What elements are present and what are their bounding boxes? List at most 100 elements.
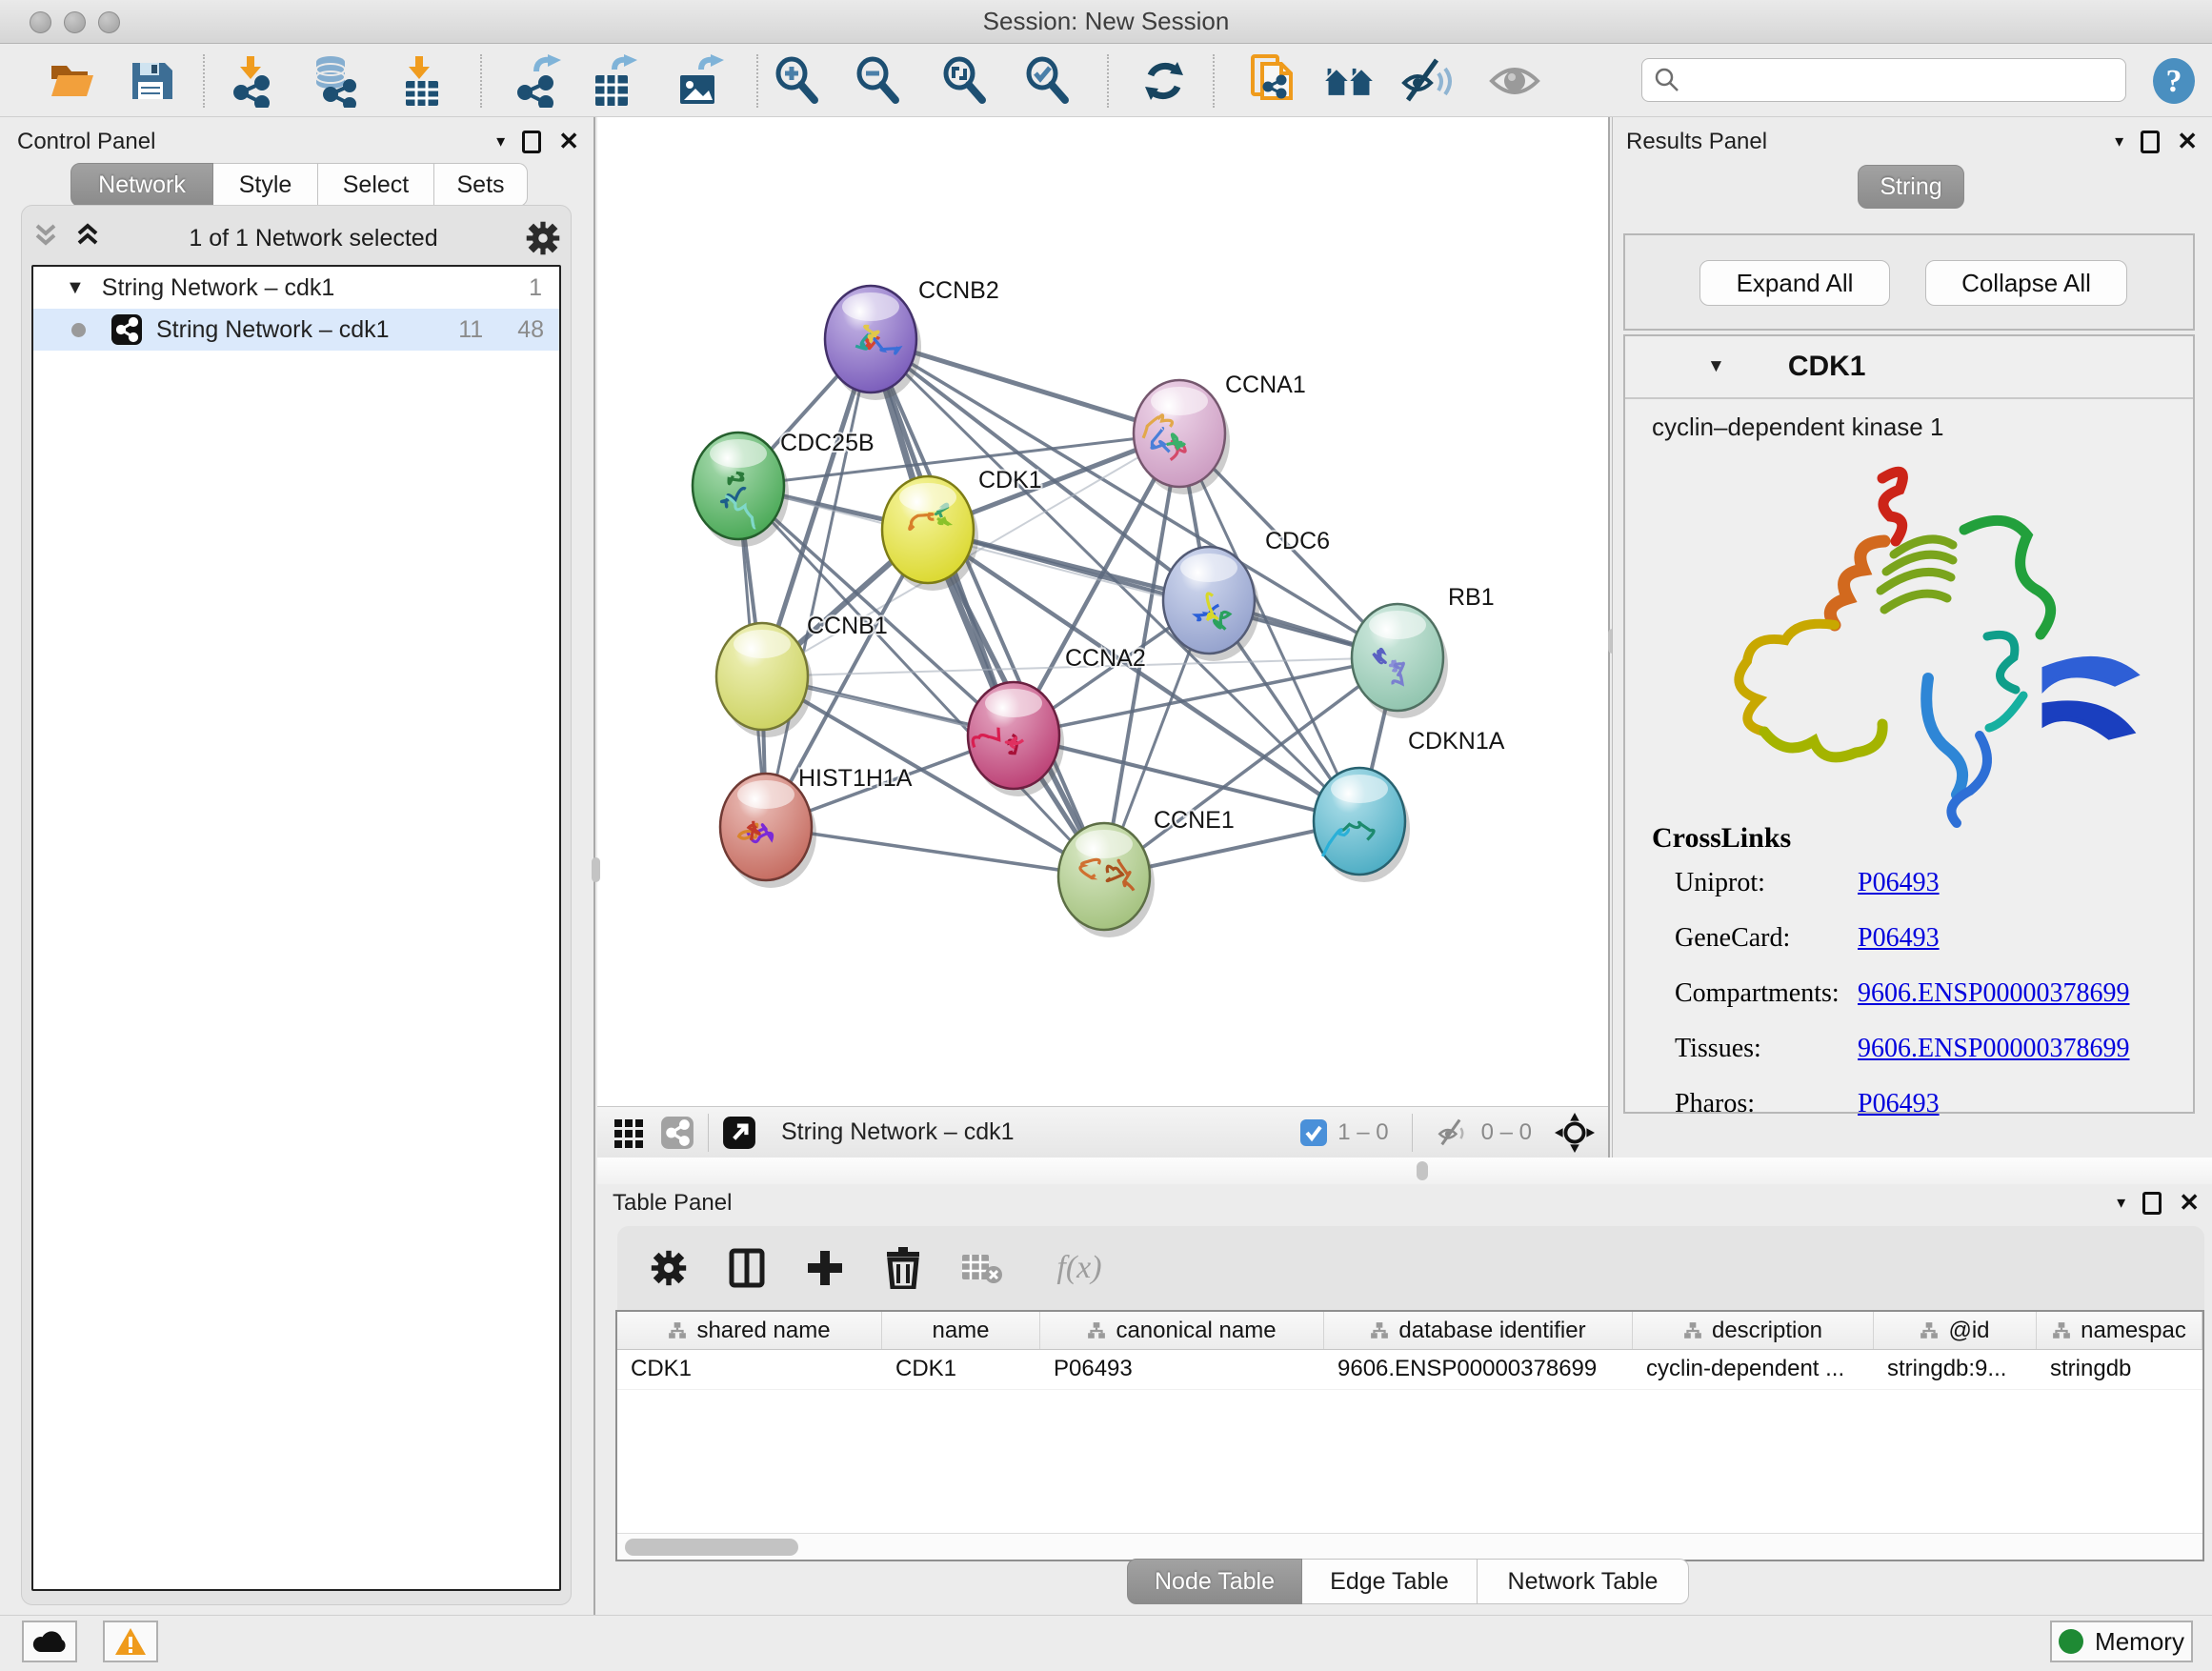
function-builder-icon[interactable]: f(x) — [1036, 1245, 1122, 1291]
network-share-icon[interactable] — [660, 1116, 694, 1150]
home-icon[interactable] — [1322, 54, 1376, 108]
collapse-all-button[interactable]: Collapse All — [1925, 260, 2127, 306]
network-node-cdc25b[interactable]: CDC25B — [693, 430, 875, 547]
export-image-icon[interactable] — [673, 54, 726, 108]
network-node-hist1h1a[interactable]: HIST1H1A — [720, 765, 913, 888]
search-input[interactable] — [1680, 67, 2100, 93]
column-header-database-identifier[interactable]: database identifier — [1324, 1312, 1633, 1349]
network-tree-root-row[interactable]: ▼ String Network – cdk1 1 — [33, 267, 559, 309]
expand-all-button[interactable]: Expand All — [1699, 260, 1890, 306]
zoom-out-icon[interactable] — [852, 54, 905, 108]
tab-edge-table[interactable]: Edge Table — [1302, 1559, 1478, 1604]
table-cell[interactable]: CDK1 — [617, 1350, 882, 1389]
cloud-button[interactable] — [22, 1621, 77, 1662]
table-row[interactable]: CDK1CDK1P064939606.ENSP00000378699cyclin… — [617, 1350, 2202, 1390]
zoom-fit-icon[interactable] — [938, 54, 992, 108]
network-node-cdc6[interactable]: CDC6 — [1163, 528, 1330, 661]
column-header-canonical-name[interactable]: canonical name — [1040, 1312, 1324, 1349]
network-node-ccnb1[interactable]: CCNB1 — [716, 613, 888, 737]
network-edge[interactable] — [871, 339, 1104, 876]
protein-section-header[interactable]: ▼ CDK1 — [1625, 336, 2193, 399]
tab-node-table[interactable]: Node Table — [1127, 1559, 1302, 1604]
window-zoom-button[interactable] — [98, 11, 120, 33]
table-cell[interactable]: cyclin-dependent ... — [1633, 1350, 1874, 1389]
tab-select[interactable]: Select — [318, 163, 434, 207]
crosslink-link[interactable]: 9606.ENSP00000378699 — [1858, 978, 2129, 1009]
control-panel-float-icon[interactable] — [522, 131, 541, 153]
tab-network[interactable]: Network — [70, 163, 213, 207]
gear-icon[interactable] — [525, 220, 561, 256]
delete-table-icon[interactable] — [958, 1245, 1004, 1291]
column-header-shared-name[interactable]: shared name — [617, 1312, 882, 1349]
memory-button[interactable]: Memory — [2050, 1621, 2193, 1662]
tab-string[interactable]: String — [1858, 165, 1964, 209]
selected-checkbox-icon[interactable] — [1299, 1118, 1328, 1147]
clone-network-icon[interactable] — [1248, 54, 1301, 108]
scrollbar-thumb[interactable] — [625, 1539, 798, 1556]
export-network-icon[interactable] — [510, 54, 563, 108]
help-icon[interactable]: ? — [2147, 54, 2201, 108]
import-network-icon[interactable] — [225, 54, 278, 108]
import-table-icon[interactable] — [394, 54, 448, 108]
zoom-in-icon[interactable] — [771, 54, 824, 108]
crosslink-link[interactable]: 9606.ENSP00000378699 — [1858, 1034, 2129, 1064]
section-disclosure-icon[interactable]: ▼ — [1707, 356, 1725, 377]
network-node-cdkn1a[interactable]: CDKN1A — [1314, 728, 1505, 882]
birdseye-crosshair-icon[interactable] — [1555, 1113, 1595, 1153]
column-header-description[interactable]: description — [1633, 1312, 1874, 1349]
table-cell[interactable]: P06493 — [1040, 1350, 1324, 1389]
network-tree-child-row[interactable]: String Network – cdk1 11 48 — [33, 309, 559, 351]
network-edge[interactable] — [766, 827, 1104, 876]
show-all-icon[interactable] — [1488, 54, 1541, 108]
network-node-rb1[interactable]: RB1 — [1352, 584, 1495, 718]
column-header-@id[interactable]: @id — [1874, 1312, 2037, 1349]
results-panel-menu-icon[interactable]: ▾ — [2115, 131, 2123, 151]
show-columns-icon[interactable] — [724, 1245, 770, 1291]
tab-style[interactable]: Style — [213, 163, 318, 207]
window-close-button[interactable] — [30, 11, 51, 33]
crosslink-link[interactable]: P06493 — [1858, 1089, 1940, 1119]
crosslink-link[interactable]: P06493 — [1858, 923, 1940, 954]
save-session-icon[interactable] — [124, 54, 177, 108]
grid-view-icon[interactable] — [613, 1116, 647, 1150]
warning-button[interactable] — [103, 1621, 158, 1662]
network-node-ccne1[interactable]: CCNE1 — [1058, 807, 1235, 937]
tab-network-table[interactable]: Network Table — [1478, 1559, 1689, 1604]
table-cell[interactable]: CDK1 — [882, 1350, 1040, 1389]
add-column-icon[interactable] — [802, 1245, 848, 1291]
control-panel-close-icon[interactable]: ✕ — [558, 127, 579, 156]
table-panel-menu-icon[interactable]: ▾ — [2117, 1193, 2125, 1213]
results-panel-close-icon[interactable]: ✕ — [2177, 127, 2198, 156]
table-cell[interactable]: stringdb — [2037, 1350, 2202, 1389]
tree-disclosure-icon[interactable]: ▼ — [66, 277, 85, 299]
vertical-splitter-handle[interactable] — [592, 857, 600, 882]
export-table-icon[interactable] — [586, 54, 639, 108]
network-edge[interactable] — [766, 339, 871, 827]
column-header-namespac[interactable]: namespac — [2037, 1312, 2202, 1349]
network-canvas[interactable]: CCNB2CCNA1CDC25BCDK1CDC6RB1CCNB1CCNA2CDK… — [597, 117, 1608, 1106]
table-cell[interactable]: stringdb:9... — [1874, 1350, 2037, 1389]
zoom-selected-icon[interactable] — [1021, 54, 1075, 108]
network-node-cdk1[interactable]: CDK1 — [882, 467, 1042, 591]
window-minimize-button[interactable] — [64, 11, 86, 33]
open-session-icon[interactable] — [45, 54, 98, 108]
table-panel-close-icon[interactable]: ✕ — [2179, 1188, 2200, 1218]
refresh-icon[interactable] — [1137, 54, 1191, 108]
collapse-all-icon[interactable] — [31, 222, 60, 254]
table-horizontal-scrollbar[interactable] — [617, 1533, 2202, 1560]
expand-all-icon[interactable] — [73, 222, 102, 254]
crosslink-link[interactable]: P06493 — [1858, 868, 1940, 898]
horizontal-splitter-handle[interactable] — [1417, 1161, 1428, 1180]
control-panel-menu-icon[interactable]: ▾ — [496, 131, 505, 151]
tab-sets[interactable]: Sets — [434, 163, 528, 207]
table-gear-icon[interactable] — [646, 1245, 692, 1291]
import-network-from-database-icon[interactable] — [308, 54, 361, 108]
detach-view-icon[interactable] — [722, 1116, 756, 1150]
horizontal-splitter[interactable] — [597, 1158, 2212, 1184]
table-cell[interactable]: 9606.ENSP00000378699 — [1324, 1350, 1633, 1389]
search-field[interactable] — [1641, 58, 2126, 102]
column-header-name[interactable]: name — [882, 1312, 1040, 1349]
hide-unhide-icon[interactable] — [1400, 54, 1454, 108]
delete-column-icon[interactable] — [880, 1245, 926, 1291]
results-panel-float-icon[interactable] — [2141, 131, 2160, 153]
